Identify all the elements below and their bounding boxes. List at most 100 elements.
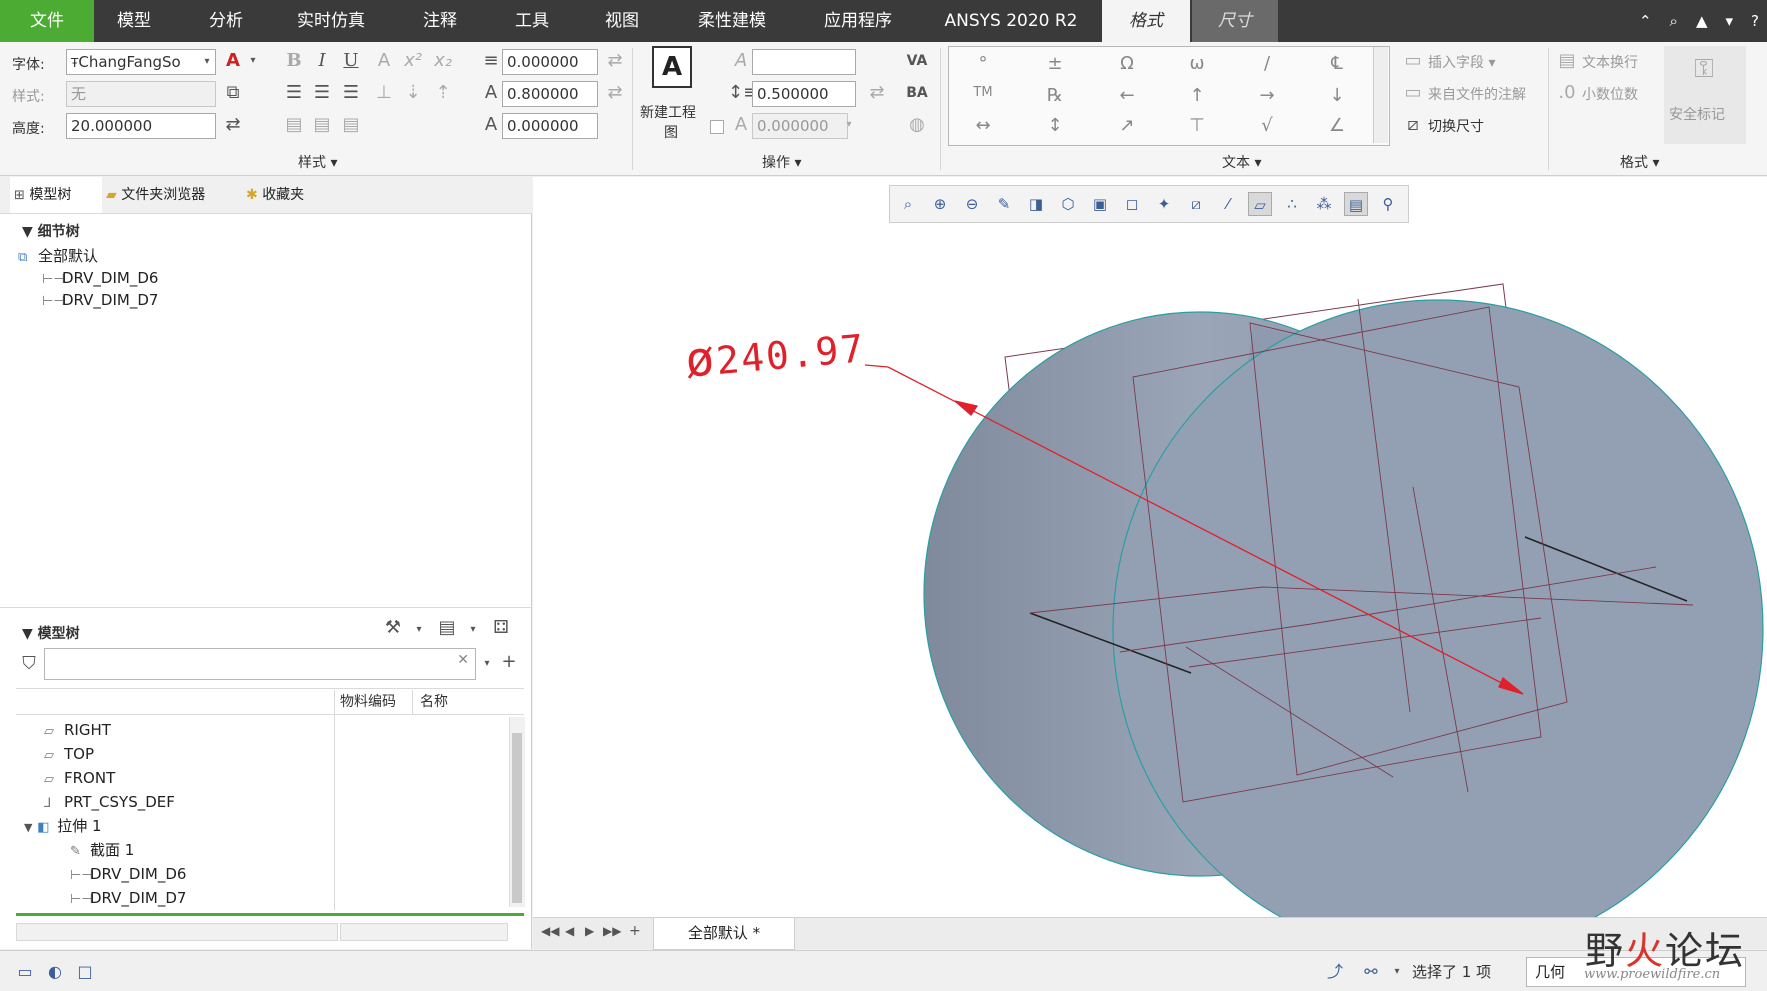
valign-top-icon[interactable]: ▤ [283, 114, 305, 136]
fullscreen-icon[interactable]: □ [72, 959, 98, 985]
text-effect-icon[interactable]: ◍ [906, 114, 928, 136]
tab-model-tree[interactable]: ⊞ 模型树 [10, 177, 102, 213]
tree-search-input[interactable]: ✕ [44, 648, 476, 680]
menu-flexible-modeling[interactable]: 柔性建模 [684, 0, 780, 42]
reset-height-icon[interactable]: ⇄ [222, 114, 244, 136]
decimals-button[interactable]: 小数位数 [1582, 84, 1638, 104]
security-mark-button[interactable]: ⚿ 安全标记 [1664, 46, 1746, 144]
dropdown-icon[interactable]: ▾ [1726, 12, 1734, 30]
new-drawing-label-2[interactable]: 图 [664, 122, 678, 142]
from-file-note-button[interactable]: 来自文件的注解 [1428, 84, 1526, 104]
search-dropdown-icon[interactable]: ▾ [476, 653, 498, 675]
detail-item-d6[interactable]: ⊢⊣DRV_DIM_D6 [42, 267, 158, 289]
annotation-display-icon[interactable]: ▱ [1248, 192, 1272, 216]
tree-settings-dropdown-icon[interactable]: ▾ [408, 619, 430, 641]
symbol-omega[interactable]: ω [1177, 53, 1217, 74]
menu-view[interactable]: 视图 [592, 0, 652, 42]
perspective-icon[interactable]: ◻ [1120, 192, 1144, 216]
bold-icon[interactable]: B [283, 50, 305, 72]
menu-file[interactable]: 文件 [0, 0, 94, 42]
col-header-name[interactable]: 名称 [420, 690, 448, 714]
style-group-title[interactable]: 样式 ▾ [298, 152, 337, 172]
help-icon[interactable]: ? [1751, 12, 1759, 30]
tree-item-top[interactable]: ▱ TOP [44, 743, 94, 765]
subscript-icon[interactable]: x₂ [432, 50, 454, 72]
browser-toggle-icon[interactable]: ◐ [42, 959, 68, 985]
display-style-icon[interactable]: ◨ [1024, 192, 1048, 216]
smart-select-icon[interactable]: ⤴ [1322, 959, 1348, 985]
menu-applications[interactable]: 应用程序 [810, 0, 906, 42]
line-spacing-input[interactable]: 0.500000 [752, 81, 856, 107]
align-right-icon[interactable]: ☰ [340, 82, 362, 104]
align-left-icon[interactable]: ☰ [283, 82, 305, 104]
detail-root-item[interactable]: ⧉ 全部默认 [18, 245, 98, 267]
tree-item-front[interactable]: ▱ FRONT [44, 767, 115, 789]
ops-group-title[interactable]: 操作 ▾ [762, 152, 801, 172]
text-color-icon[interactable]: A [222, 50, 244, 72]
datum-axes-icon[interactable]: ⁄ [1216, 192, 1240, 216]
style-select[interactable]: 无 [66, 81, 216, 107]
zoom-out-icon[interactable]: ⊖ [960, 192, 984, 216]
menu-annotate[interactable]: 注释 [410, 0, 470, 42]
spin-tool-icon[interactable]: ⚲ [1376, 192, 1400, 216]
reset-line-spacing-icon[interactable]: ⇄ [866, 82, 888, 104]
symbol-arrow-diagonal[interactable]: ↗ [1107, 115, 1147, 136]
symbol-angle[interactable]: ∠ [1317, 115, 1357, 136]
navigator-toggle-icon[interactable]: ▭ [12, 959, 38, 985]
symbol-degree[interactable]: ° [963, 53, 1003, 74]
add-filter-icon[interactable]: + [498, 651, 520, 673]
model-tree-heading[interactable]: ▼ 模型树 [22, 623, 80, 643]
spacing-input-1[interactable]: 0.000000 [502, 49, 598, 75]
tree-columns-dropdown-icon[interactable]: ▾ [462, 619, 484, 641]
tree-item-d7[interactable]: ⊢⊣DRV_DIM_D7 [70, 887, 186, 909]
superscript-icon[interactable]: x² [402, 50, 424, 72]
symbol-arrow-down[interactable]: ↓ [1317, 85, 1357, 106]
add-sheet-icon[interactable]: + [629, 923, 641, 939]
sheet-tab-all-default[interactable]: 全部默认 * [653, 918, 795, 950]
prev-sheet-icon[interactable]: ◀ [565, 924, 574, 938]
text-group-title[interactable]: 文本 ▾ [1222, 152, 1261, 172]
last-sheet-icon[interactable]: ▶▶ [603, 924, 621, 938]
symbol-arrow-right[interactable]: → [1247, 85, 1287, 106]
symbol-arrow-up[interactable]: ↑ [1177, 85, 1217, 106]
align-center-icon[interactable]: ☰ [311, 82, 333, 104]
datum-points-icon[interactable]: ∴ [1280, 192, 1304, 216]
text-color-dropdown-icon[interactable]: ▾ [242, 50, 264, 72]
view-manager-icon[interactable]: ▣ [1088, 192, 1112, 216]
menu-analysis[interactable]: 分析 [196, 0, 256, 42]
menu-dimension[interactable]: 尺寸 [1192, 0, 1278, 42]
tree-vertical-scrollbar[interactable] [509, 717, 525, 907]
tree-filter-icon[interactable]: ⚃ [490, 617, 512, 639]
symbol-property-line[interactable]: ℞ [1035, 85, 1075, 106]
symbol-trademark[interactable]: TM [963, 85, 1003, 100]
underline-icon[interactable]: U [340, 50, 362, 72]
format-group-title[interactable]: 格式 ▾ [1620, 152, 1659, 172]
symbol-arrow-vertical[interactable]: ↕ [1035, 115, 1075, 136]
tree-item-section[interactable]: ✎ 截面 1 [70, 839, 134, 861]
char-spacing-icon[interactable]: VA [906, 50, 928, 72]
refit-icon[interactable]: ⌕ [896, 192, 920, 216]
tree-columns-icon[interactable]: ▤ [436, 617, 458, 639]
spacing-input-3[interactable]: 0.000000 [502, 113, 598, 139]
tree-horizontal-scrollbar[interactable] [16, 923, 338, 941]
annotations-icon[interactable]: ▤ [1344, 192, 1368, 216]
new-drawing-icon[interactable]: A [652, 46, 692, 88]
angle-input[interactable] [752, 49, 856, 75]
symbol-centerline[interactable]: ℄ [1317, 53, 1357, 74]
tree-item-right[interactable]: ▱ RIGHT [44, 719, 111, 741]
font-select[interactable]: ŦChangFangSo [66, 49, 216, 75]
search-icon[interactable]: ⌕ [1670, 12, 1678, 30]
font-dropdown-icon[interactable]: ▾ [196, 51, 218, 73]
text-flip-icon[interactable]: BA [906, 82, 928, 104]
new-drawing-label[interactable]: 新建工程 [640, 102, 696, 122]
zoom-in-icon[interactable]: ⊕ [928, 192, 952, 216]
insert-indicator[interactable] [16, 913, 524, 916]
menu-model[interactable]: 模型 [104, 0, 164, 42]
insert-field-button[interactable]: 插入字段 ▾ [1428, 52, 1495, 72]
symbol-arrow-horizontal[interactable]: ↔ [963, 115, 1003, 136]
menu-realtime-sim[interactable]: 实时仿真 [286, 0, 376, 42]
copy-style-icon[interactable]: ⧉ [222, 82, 244, 104]
menu-tools[interactable]: 工具 [502, 0, 562, 42]
tab-folder-browser[interactable]: ▰ 文件夹浏览器 [106, 177, 236, 213]
learning-icon[interactable]: ▲ [1696, 12, 1708, 30]
